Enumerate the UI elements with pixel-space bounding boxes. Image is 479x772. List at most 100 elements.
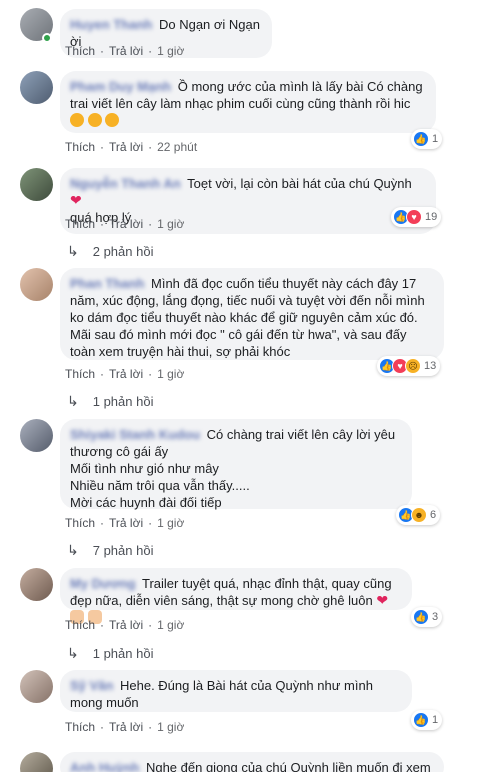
reply-link[interactable]: Trả lời <box>109 367 143 381</box>
reaction-count: 1 <box>432 714 439 726</box>
comment-author[interactable]: Phan Thanh <box>70 276 144 291</box>
reply-link[interactable]: Trả lời <box>109 140 143 154</box>
reaction-count: 19 <box>425 211 438 223</box>
comment-author[interactable]: Shiyaki Stanh Kudou <box>70 427 200 442</box>
view-replies-link[interactable]: ↳ 2 phản hồi <box>67 243 153 260</box>
reply-arrow-icon: ↳ <box>67 243 79 259</box>
comment-time[interactable]: 1 giờ <box>157 618 184 632</box>
reply-link[interactable]: Trả lời <box>109 44 143 58</box>
comment-text: Toẹt vời, lại còn bài hát của chú Quỳnh <box>187 176 412 191</box>
comment-time[interactable]: 1 giờ <box>157 367 184 381</box>
like-link[interactable]: Thích <box>65 516 95 530</box>
comment-author[interactable]: My Dương <box>70 576 136 591</box>
avatar[interactable] <box>20 71 53 104</box>
comment-bubble: Shiyaki Stanh Kudou Có chàng trai viết l… <box>60 419 412 510</box>
like-reaction-icon: 👍 <box>413 712 429 728</box>
reply-arrow-icon: ↳ <box>67 645 79 661</box>
comment-bubble: My Dương Trailer tuyệt quá, nhạc đỉnh th… <box>60 568 412 624</box>
reply-link[interactable]: Trả lời <box>109 618 143 632</box>
comment-text-line: Nhiều năm trôi qua vẫn thấy..... <box>70 478 250 493</box>
comment-author[interactable]: Sỹ Văn <box>70 678 113 693</box>
separator: · <box>148 44 153 58</box>
reply-link[interactable]: Trả lời <box>109 720 143 734</box>
separator: · <box>148 367 153 381</box>
crying-emoji-icon <box>70 113 84 127</box>
reply-link[interactable]: Trả lời <box>109 516 143 530</box>
like-link[interactable]: Thích <box>65 618 95 632</box>
comment-time[interactable]: 22 phút <box>157 140 197 154</box>
view-replies-link[interactable]: ↳ 1 phản hồi <box>67 393 153 410</box>
avatar[interactable] <box>20 752 53 772</box>
comment-text-line: Mời các huynh đài đối tiếp <box>70 495 222 510</box>
comment-text-line: thương cô gái ấy <box>70 444 169 459</box>
comment-author[interactable]: Anh Huỳnh <box>70 760 139 772</box>
comment-time[interactable]: 1 giờ <box>157 217 184 231</box>
view-replies-link[interactable]: ↳ 1 phản hồi <box>67 645 153 662</box>
like-link[interactable]: Thích <box>65 217 95 231</box>
comment-bubble: Sỹ Văn Hehe. Đúng là Bài hát của Quỳnh n… <box>60 670 412 712</box>
separator: · <box>100 618 105 632</box>
comment-bubble: Pham Duy Mạnh Ồ mong ước của mình là lấy… <box>60 71 436 133</box>
comment-author[interactable]: Nguyễn Thanh An <box>70 176 181 191</box>
like-reaction-icon: 👍 <box>413 609 429 625</box>
haha-reaction-icon: ☻ <box>411 507 427 523</box>
reaction-count: 1 <box>432 133 439 145</box>
like-link[interactable]: Thích <box>65 44 95 58</box>
comment-bubble: Phan Thanh Mình đã đọc cuốn tiểu thuyết … <box>60 268 444 360</box>
reply-arrow-icon: ↳ <box>67 393 79 409</box>
separator: · <box>148 217 153 231</box>
separator: · <box>100 44 105 58</box>
love-reaction-icon: ♥ <box>406 209 422 225</box>
reply-arrow-icon: ↳ <box>67 542 79 558</box>
comment-bubble: Anh Huỳnh Nghe đến giọng của chú Quỳnh l… <box>60 752 444 772</box>
reaction-summary[interactable]: 👍 1 <box>411 710 443 730</box>
avatar[interactable] <box>20 168 53 201</box>
reaction-summary[interactable]: 👍 ♥ ☹ 13 <box>377 356 441 376</box>
comment-actions: Thích · Trả lời · 1 giờ <box>65 516 184 530</box>
replies-count[interactable]: 1 phản hồi <box>93 394 154 409</box>
like-link[interactable]: Thích <box>65 720 95 734</box>
online-status-dot <box>42 33 52 43</box>
avatar[interactable] <box>20 419 53 452</box>
replies-count[interactable]: 1 phản hồi <box>93 646 154 661</box>
comment-author[interactable]: Huyen Thanh <box>70 17 152 32</box>
comment-actions: Thích · Trả lời · 1 giờ <box>65 367 184 381</box>
reaction-summary[interactable]: 👍 ☻ 6 <box>396 505 441 525</box>
separator: · <box>100 720 105 734</box>
replies-count[interactable]: 7 phản hồi <box>93 543 154 558</box>
separator: · <box>148 720 153 734</box>
separator: · <box>100 367 105 381</box>
heart-icon: ❤ <box>70 192 82 208</box>
replies-count[interactable]: 2 phản hồi <box>93 244 154 259</box>
comment-text: Nghe đến giọng của chú Quỳnh liền muốn đ… <box>145 760 431 772</box>
sad-reaction-icon: ☹ <box>405 358 421 374</box>
comment-actions: Thích · Trả lời · 1 giờ <box>65 217 184 231</box>
comment-time[interactable]: 1 giờ <box>157 44 184 58</box>
reaction-summary[interactable]: 👍 3 <box>411 607 443 627</box>
crying-emoji-icon <box>105 113 120 127</box>
comment-text-line: Mối tình như gió như mây <box>70 461 219 476</box>
like-link[interactable]: Thích <box>65 140 95 154</box>
separator: · <box>148 140 153 154</box>
avatar[interactable] <box>20 568 53 601</box>
reaction-summary[interactable]: 👍 ♥ 19 <box>391 207 442 227</box>
comment-time[interactable]: 1 giờ <box>157 720 184 734</box>
crying-emoji-icon <box>87 113 102 127</box>
reaction-count: 3 <box>432 611 439 623</box>
comment-author[interactable]: Pham Duy Mạnh <box>70 79 171 94</box>
comment-time[interactable]: 1 giờ <box>157 516 184 530</box>
like-link[interactable]: Thích <box>65 367 95 381</box>
separator: · <box>148 618 153 632</box>
reaction-summary[interactable]: 👍 1 <box>411 129 443 149</box>
avatar[interactable] <box>20 670 53 703</box>
comment-text-line: Có chàng trai viết lên cây lời yêu <box>206 427 396 442</box>
separator: · <box>100 140 105 154</box>
heart-icon: ❤ <box>376 592 389 608</box>
avatar[interactable] <box>20 268 53 301</box>
reply-link[interactable]: Trả lời <box>109 217 143 231</box>
comment-text: Hehe. Đúng là Bài hát của Quỳnh như mình… <box>70 678 373 710</box>
reaction-count: 13 <box>424 360 437 372</box>
comment-actions: Thích · Trả lời · 1 giờ <box>65 44 184 58</box>
comment-actions: Thích · Trả lời · 1 giờ <box>65 720 184 734</box>
view-replies-link[interactable]: ↳ 7 phản hồi <box>67 542 153 559</box>
